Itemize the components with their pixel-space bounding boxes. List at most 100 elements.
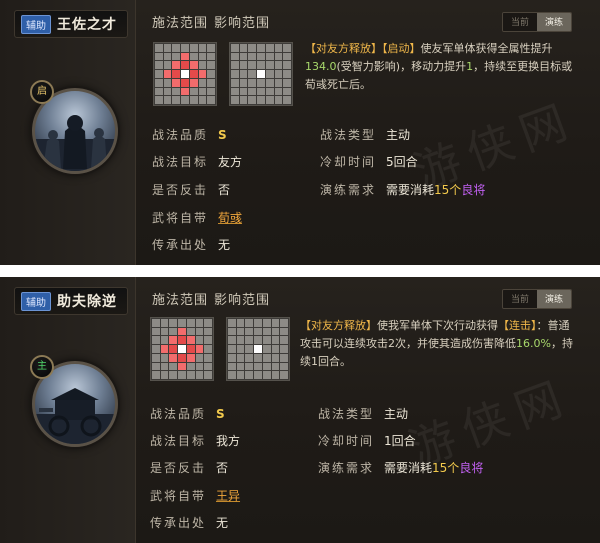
desc-target-tag: 【对友方释放】 [305, 42, 382, 55]
drill-mode-button[interactable]: 演练 [536, 13, 571, 31]
range-cell [283, 96, 291, 104]
range-cell [204, 345, 212, 353]
range-cell [160, 327, 169, 336]
range-cell [228, 345, 236, 353]
range-cell [257, 87, 265, 96]
range-cell [169, 353, 178, 362]
stat-cooldown: 冷却时间 1回合 [318, 432, 416, 449]
watermark: 游侠网 [401, 368, 579, 477]
current-mode-button[interactable]: 当前 [502, 13, 537, 31]
range-cell [160, 319, 169, 327]
range-cell [228, 371, 236, 379]
range-cell [254, 371, 262, 379]
desc-value: 134.0 [305, 60, 337, 73]
range-cell [245, 362, 254, 371]
range-cell [257, 70, 265, 78]
range-cell [152, 327, 160, 336]
range-cell [198, 96, 207, 104]
stat-owner: 武将自带 荀彧 [152, 209, 242, 226]
stat-value: 友方 [218, 155, 243, 169]
stat-value: 否 [218, 183, 231, 197]
mode-toggle[interactable]: 当前 演练 [501, 289, 572, 309]
range-cell [207, 96, 215, 104]
stat-label: 战法品质 [150, 407, 207, 421]
range-cell [189, 96, 198, 104]
range-cell [155, 44, 163, 52]
effect-range-label: 影响范围 [214, 16, 271, 31]
range-cell [198, 61, 207, 70]
owner-general-link[interactable]: 王异 [216, 489, 240, 503]
range-cell [155, 78, 163, 87]
range-cell [152, 345, 160, 353]
range-cell [172, 96, 181, 104]
stat-value: 我方 [216, 434, 241, 448]
range-cell [155, 87, 163, 96]
stat-label: 是否反击 [152, 183, 209, 197]
range-cell [231, 87, 239, 96]
mode-toggle[interactable]: 当前 演练 [501, 12, 572, 32]
range-cell [181, 52, 189, 61]
range-cell [262, 319, 271, 327]
range-cell [163, 61, 172, 70]
range-cell [155, 61, 163, 70]
range-cell [228, 353, 236, 362]
range-cell [262, 353, 271, 362]
range-cell [236, 319, 245, 327]
range-cell [160, 362, 169, 371]
range-cell [189, 61, 198, 70]
skill-type-badge: 启 [30, 80, 54, 104]
stat-label: 演练需求 [320, 183, 377, 197]
range-cell [181, 78, 189, 87]
range-headers: 施法范围 影响范围 [152, 289, 270, 308]
range-cell [181, 70, 189, 78]
range-cell [186, 362, 195, 371]
range-cell [163, 78, 172, 87]
range-cell [257, 52, 265, 61]
range-cell [236, 345, 245, 353]
range-cell [186, 371, 195, 379]
range-cell [248, 44, 257, 52]
drill-mode-button[interactable]: 演练 [536, 290, 571, 308]
range-cell [262, 371, 271, 379]
range-cell [254, 345, 262, 353]
skill-name: 助夫除逆 [57, 294, 117, 310]
stat-label: 战法品质 [152, 128, 209, 142]
range-cell [189, 70, 198, 78]
desc-value: 16.0% [516, 337, 551, 350]
range-cell [152, 371, 160, 379]
cast-range-grid [153, 42, 217, 106]
range-cell [172, 78, 181, 87]
range-cell [271, 362, 280, 371]
range-cell [262, 362, 271, 371]
range-cell [155, 96, 163, 104]
range-cell [280, 336, 288, 345]
range-cell [228, 362, 236, 371]
range-cell [265, 44, 274, 52]
desc-text: 使友军单体获得全属性提升 [420, 42, 553, 55]
range-cell [274, 61, 283, 70]
skill-panel-1: 辅助 王佐之才 启 施法范围 影响范围 当前 演练 【对友方释放】【启动】使友军… [0, 0, 600, 265]
stat-label: 战法类型 [320, 128, 377, 142]
range-cell [245, 319, 254, 327]
range-cell [169, 371, 178, 379]
range-cell [195, 353, 204, 362]
range-cell [169, 319, 178, 327]
range-cell [169, 327, 178, 336]
general-sidebar: 辅助 王佐之才 [0, 0, 136, 265]
range-cell [195, 345, 204, 353]
owner-general-link[interactable]: 荀彧 [218, 211, 242, 225]
range-cell [178, 353, 186, 362]
range-cell [239, 52, 248, 61]
range-cell [280, 345, 288, 353]
current-mode-button[interactable]: 当前 [502, 290, 537, 308]
range-cell [204, 327, 212, 336]
stat-label: 传承出处 [150, 516, 207, 530]
range-cell [262, 336, 271, 345]
range-cell [163, 87, 172, 96]
stat-cooldown: 冷却时间 5回合 [320, 153, 418, 170]
range-cell [271, 345, 280, 353]
range-cell [280, 327, 288, 336]
range-cell [257, 96, 265, 104]
range-cell [271, 371, 280, 379]
stat-counter: 是否反击否 [152, 181, 230, 198]
